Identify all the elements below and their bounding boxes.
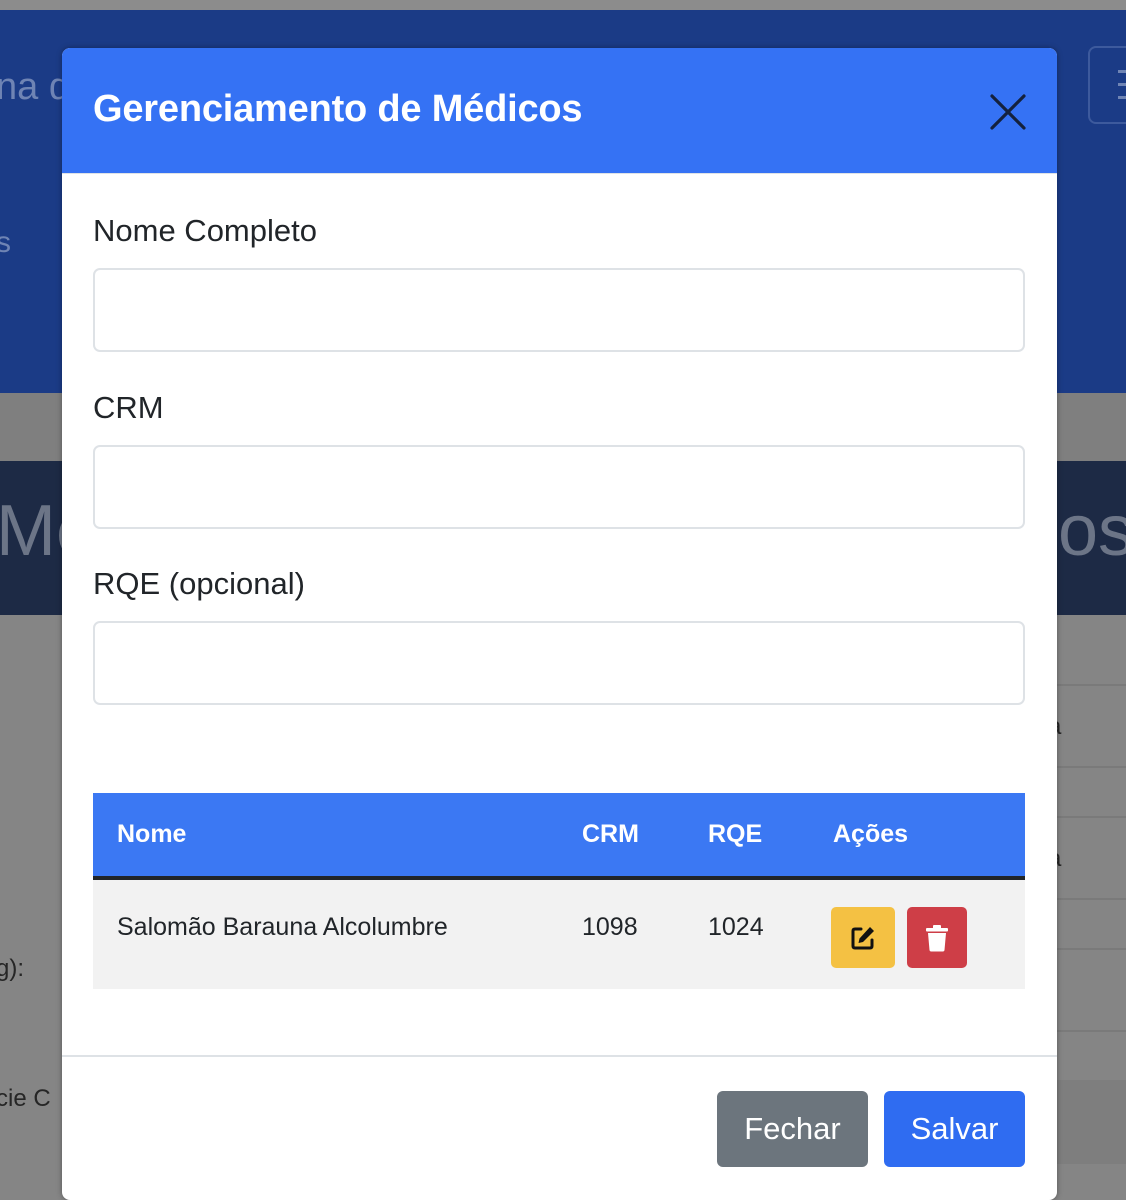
trash-icon	[926, 924, 948, 951]
modal-header: Gerenciamento de Médicos	[62, 48, 1057, 174]
rqe-label: RQE (opcional)	[93, 566, 305, 601]
column-header-rqe: RQE	[684, 793, 809, 880]
background-divider	[1056, 898, 1126, 900]
menu-bar-icon	[1118, 70, 1126, 73]
edit-button[interactable]	[831, 907, 895, 968]
background-menu-toggler	[1088, 46, 1126, 124]
background-divider	[1056, 1030, 1126, 1032]
rqe-input[interactable]	[93, 621, 1025, 705]
salvar-button[interactable]: Salvar	[884, 1091, 1025, 1167]
doctors-table: Nome CRM RQE Ações Salomão Barauna Alcol…	[93, 793, 1025, 989]
crm-input[interactable]	[93, 445, 1025, 529]
nome-completo-label: Nome Completo	[93, 213, 317, 248]
nome-completo-input[interactable]	[93, 268, 1025, 352]
doctors-modal: Gerenciamento de Médicos Nome Completo C…	[62, 48, 1057, 1200]
background-label-fragment: g):	[0, 955, 25, 982]
background-divider	[1056, 816, 1126, 818]
background-top-strip	[0, 0, 1126, 10]
background-hero-title-fragment-right: os	[1058, 491, 1126, 571]
background-divider	[1056, 948, 1126, 950]
background-input-fragment	[1056, 1080, 1126, 1164]
crm-label: CRM	[93, 390, 164, 425]
delete-button[interactable]	[907, 907, 967, 968]
background-divider	[1056, 684, 1126, 686]
table-header-row: Nome CRM RQE Ações	[93, 793, 1025, 880]
cell-crm: 1098	[558, 878, 684, 989]
edit-icon	[851, 926, 874, 949]
background-navbar-link-fragment: s	[0, 226, 11, 259]
background-divider	[1056, 766, 1126, 768]
cell-rqe: 1024	[684, 878, 809, 989]
column-header-nome: Nome	[93, 793, 558, 880]
menu-bar-icon	[1118, 96, 1126, 99]
close-modal-button[interactable]	[986, 90, 1030, 134]
modal-title: Gerenciamento de Médicos	[93, 88, 583, 130]
column-header-crm: CRM	[558, 793, 684, 880]
close-x-icon	[990, 94, 1026, 130]
cell-nome: Salomão Barauna Alcolumbre	[93, 878, 558, 989]
background-label-fragment: cie C	[0, 1085, 51, 1112]
background-navbar-brand-fragment: na d	[0, 66, 70, 108]
menu-bar-icon	[1118, 83, 1126, 86]
fechar-button[interactable]: Fechar	[717, 1091, 868, 1167]
table-row: Salomão Barauna Alcolumbre 1098 1024	[93, 878, 1025, 989]
cell-acoes	[809, 878, 1025, 989]
column-header-acoes: Ações	[809, 793, 1025, 880]
modal-footer: Fechar Salvar	[62, 1055, 1057, 1200]
